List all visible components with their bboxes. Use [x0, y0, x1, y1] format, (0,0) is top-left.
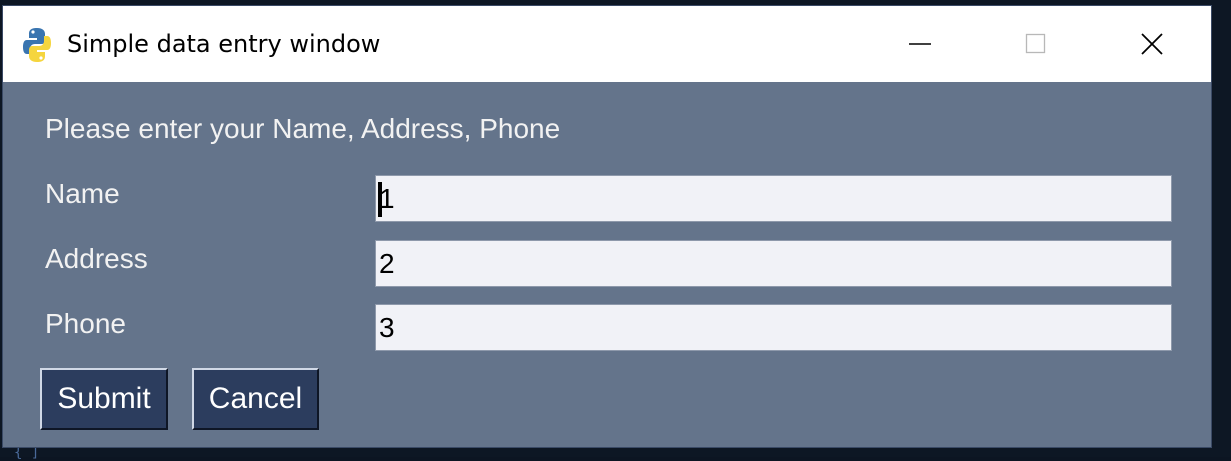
title-bar[interactable]: Simple data entry window	[3, 6, 1211, 82]
maximize-icon	[1025, 33, 1046, 54]
background-text: { ]	[14, 445, 40, 461]
minimize-button[interactable]	[862, 6, 978, 82]
address-label: Address	[45, 243, 148, 274]
name-label: Name	[45, 178, 120, 209]
close-icon	[1141, 33, 1163, 55]
window-title: Simple data entry window	[67, 30, 381, 58]
text-cursor	[378, 182, 382, 217]
instruction-text: Please enter your Name, Address, Phone	[45, 113, 561, 144]
phone-label: Phone	[45, 308, 126, 339]
data-entry-window: Simple data entry window Please enter yo…	[3, 6, 1211, 447]
maximize-button[interactable]	[978, 6, 1094, 82]
cancel-button[interactable]: Cancel	[192, 368, 319, 430]
minimize-icon	[909, 43, 931, 45]
form-area: Please enter your Name, Address, Phone N…	[3, 82, 1211, 447]
python-icon	[23, 28, 51, 62]
submit-button[interactable]: Submit	[40, 368, 168, 430]
address-input[interactable]	[375, 240, 1172, 287]
close-button[interactable]	[1094, 6, 1210, 82]
name-input[interactable]	[375, 175, 1172, 222]
phone-input[interactable]	[375, 304, 1172, 351]
